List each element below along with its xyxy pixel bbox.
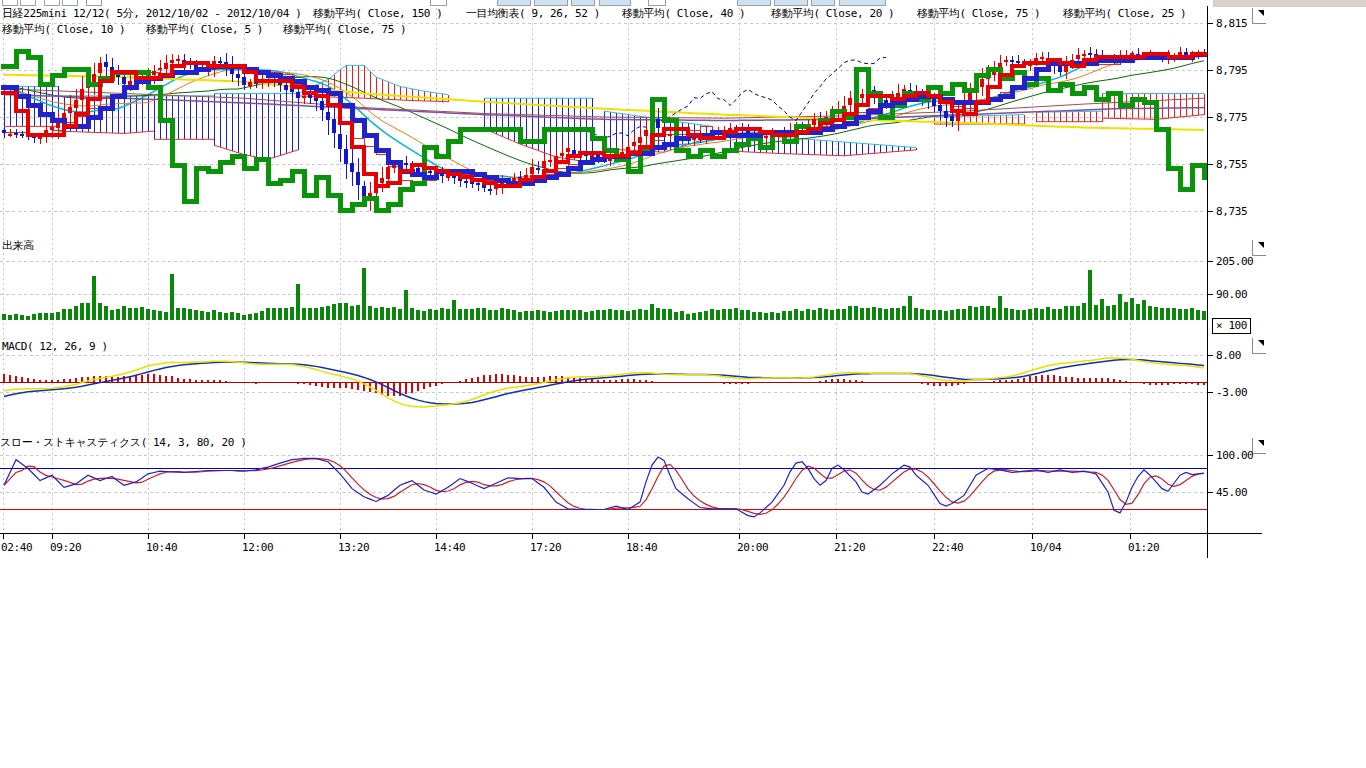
stoch-axis-label: 100.00	[1216, 450, 1253, 462]
price-axis-label: 8,735	[1216, 206, 1247, 218]
price-axis-label: 8,755	[1216, 159, 1247, 171]
chart-canvas	[0, 0, 1366, 768]
time-axis-label: 02:40	[1, 542, 32, 554]
toolbar-button[interactable]	[497, 0, 531, 6]
legend-ma10: 移動平均( Close, 10 )	[2, 24, 125, 36]
panel-arrow-icon	[1258, 340, 1264, 346]
legend-ma20: 移動平均( Close, 20 )	[771, 8, 894, 20]
chart-title: 日経225mini 12/12( 5分, 2012/10/02 - 2012/1…	[2, 8, 301, 20]
time-axis-label: 17:20	[530, 542, 561, 554]
time-axis-label: 22:40	[932, 542, 963, 554]
toolbar-button[interactable]	[430, 0, 447, 6]
panel-arrow-icon	[1258, 440, 1264, 446]
toolbar-button[interactable]	[20, 0, 36, 6]
time-axis-label: 14:40	[434, 542, 465, 554]
toolbar-button[interactable]	[44, 0, 60, 6]
time-axis-label: 10/04	[1030, 542, 1061, 554]
volume-panel-button[interactable]	[1252, 240, 1266, 256]
legend-ma75: 移動平均( Close, 75 )	[917, 8, 1040, 20]
time-axis-label: 12:00	[242, 542, 273, 554]
volume-multiplier-badge: × 100	[1212, 318, 1251, 334]
legend-ma40: 移動平均( Close, 40 )	[622, 8, 745, 20]
time-axis-label: 10:40	[146, 542, 177, 554]
macd-axis-label: -3.00	[1216, 387, 1247, 399]
panel-arrow-icon	[1258, 10, 1264, 16]
toolbar-fragment	[0, 0, 1366, 6]
toolbar-fragment-right	[1213, 0, 1366, 7]
price-panel-button[interactable]	[1252, 8, 1266, 24]
time-axis-label: 09:20	[50, 542, 81, 554]
toolbar-button[interactable]	[811, 0, 835, 6]
time-axis-label: 21:20	[834, 542, 865, 554]
time-axis-label: 13:20	[338, 542, 369, 554]
price-axis-label: 8,775	[1216, 112, 1247, 124]
stoch-axis-label: 45.00	[1216, 487, 1247, 499]
price-axis-label: 8,815	[1216, 18, 1247, 30]
legend-ma25: 移動平均( Close, 25 )	[1063, 8, 1186, 20]
legend-ma5: 移動平均( Close, 5 )	[146, 24, 263, 36]
volume-bars	[2, 268, 1206, 320]
macd-axis-label: 8.00	[1216, 350, 1241, 362]
volume-panel-label: 出来高	[2, 240, 34, 252]
macd-panel-button[interactable]	[1252, 338, 1266, 354]
toolbar-button[interactable]	[571, 0, 595, 6]
toolbar-button[interactable]	[648, 0, 666, 6]
stoch-panel-label: スロー・ストキャスティクス( 14, 3, 80, 20 )	[0, 437, 246, 449]
panel-arrow-icon	[1258, 242, 1264, 248]
legend-ichimoku: 一目均衡表( 9, 26, 52 )	[466, 8, 600, 20]
toolbar-button[interactable]	[86, 0, 102, 6]
toolbar-button[interactable]	[839, 0, 886, 6]
legend-ma75b: 移動平均( Close, 75 )	[283, 24, 406, 36]
macd-panel-label: MACD( 12, 26, 9 )	[2, 341, 108, 353]
toolbar-button[interactable]	[62, 0, 78, 6]
volume-axis-label: 205.00	[1216, 256, 1253, 268]
stoch-panel	[0, 457, 1207, 517]
toolbar-button[interactable]	[534, 0, 568, 6]
volume-axis-label: 90.00	[1216, 289, 1247, 301]
toolbar-button[interactable]	[774, 0, 808, 6]
price-axis-label: 8,795	[1216, 65, 1247, 77]
legend-ma150: 移動平均( Close, 150 )	[313, 8, 443, 20]
time-axis-label: 20:00	[737, 542, 768, 554]
toolbar-button[interactable]	[2, 0, 18, 6]
chart-application: 日経225mini 12/12( 5分, 2012/10/02 - 2012/1…	[0, 0, 1366, 768]
time-axis-label: 01:20	[1128, 542, 1159, 554]
macd-panel	[0, 358, 1207, 407]
toolbar-button[interactable]	[737, 0, 771, 6]
time-axis-label: 18:40	[626, 542, 657, 554]
toolbar-button[interactable]	[599, 0, 631, 6]
stoch-panel-button[interactable]	[1252, 438, 1266, 454]
